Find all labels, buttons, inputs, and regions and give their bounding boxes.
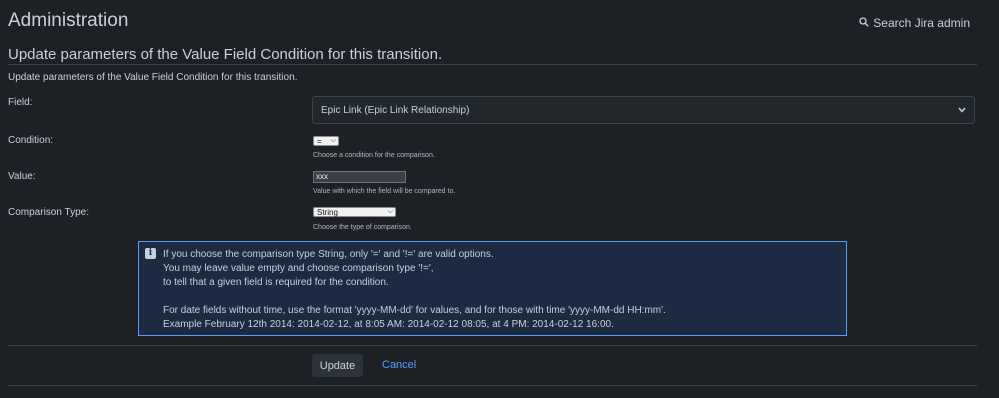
search-icon xyxy=(859,16,869,30)
info-line: Example February 12th 2014: 2014-02-12, … xyxy=(163,319,614,330)
comparison-type-select-value: String xyxy=(317,207,338,217)
field-select-value: Epic Link (Epic Link Relationship) xyxy=(321,104,470,116)
comparison-type-select[interactable]: String ⌵ xyxy=(313,207,396,217)
form-heading: Update parameters of the Value Field Con… xyxy=(8,46,443,63)
value-input[interactable]: xxx xyxy=(313,171,406,183)
value-label: Value: xyxy=(8,171,36,182)
cancel-link[interactable]: Cancel xyxy=(382,359,416,371)
chevron-down-icon: ⌵ xyxy=(387,208,393,215)
condition-select[interactable]: = ⌵ xyxy=(313,136,339,146)
form-description: Update parameters of the Value Field Con… xyxy=(8,72,298,83)
chevron-down-icon xyxy=(958,105,966,116)
info-line: You may leave value empty and choose com… xyxy=(163,263,434,274)
info-message: i If you choose the comparison type Stri… xyxy=(138,241,847,336)
value-helper: Value with which the field will be compa… xyxy=(313,188,456,195)
info-icon: i xyxy=(145,248,156,259)
field-select[interactable]: Epic Link (Epic Link Relationship) xyxy=(312,96,975,124)
info-line: For date fields without time, use the fo… xyxy=(163,305,666,316)
divider xyxy=(8,345,977,346)
field-label: Field: xyxy=(8,97,33,108)
comparison-type-label: Comparison Type: xyxy=(8,207,89,218)
comparison-type-helper: Choose the type of comparison. xyxy=(313,224,412,231)
chevron-down-icon: ⌵ xyxy=(330,137,336,144)
info-line: to tell that a given field is required f… xyxy=(163,277,389,288)
condition-label: Condition: xyxy=(8,135,54,146)
info-line: If you choose the comparison type String… xyxy=(163,249,494,260)
condition-select-value: = xyxy=(317,136,322,146)
update-button[interactable]: Update xyxy=(312,354,363,377)
divider xyxy=(8,385,977,386)
condition-helper: Choose a condition for the comparison. xyxy=(313,152,435,159)
search-jira-admin-link[interactable]: Search Jira admin xyxy=(859,16,970,30)
divider xyxy=(8,64,977,65)
page-title: Administration xyxy=(8,10,129,31)
search-label: Search Jira admin xyxy=(873,16,970,30)
